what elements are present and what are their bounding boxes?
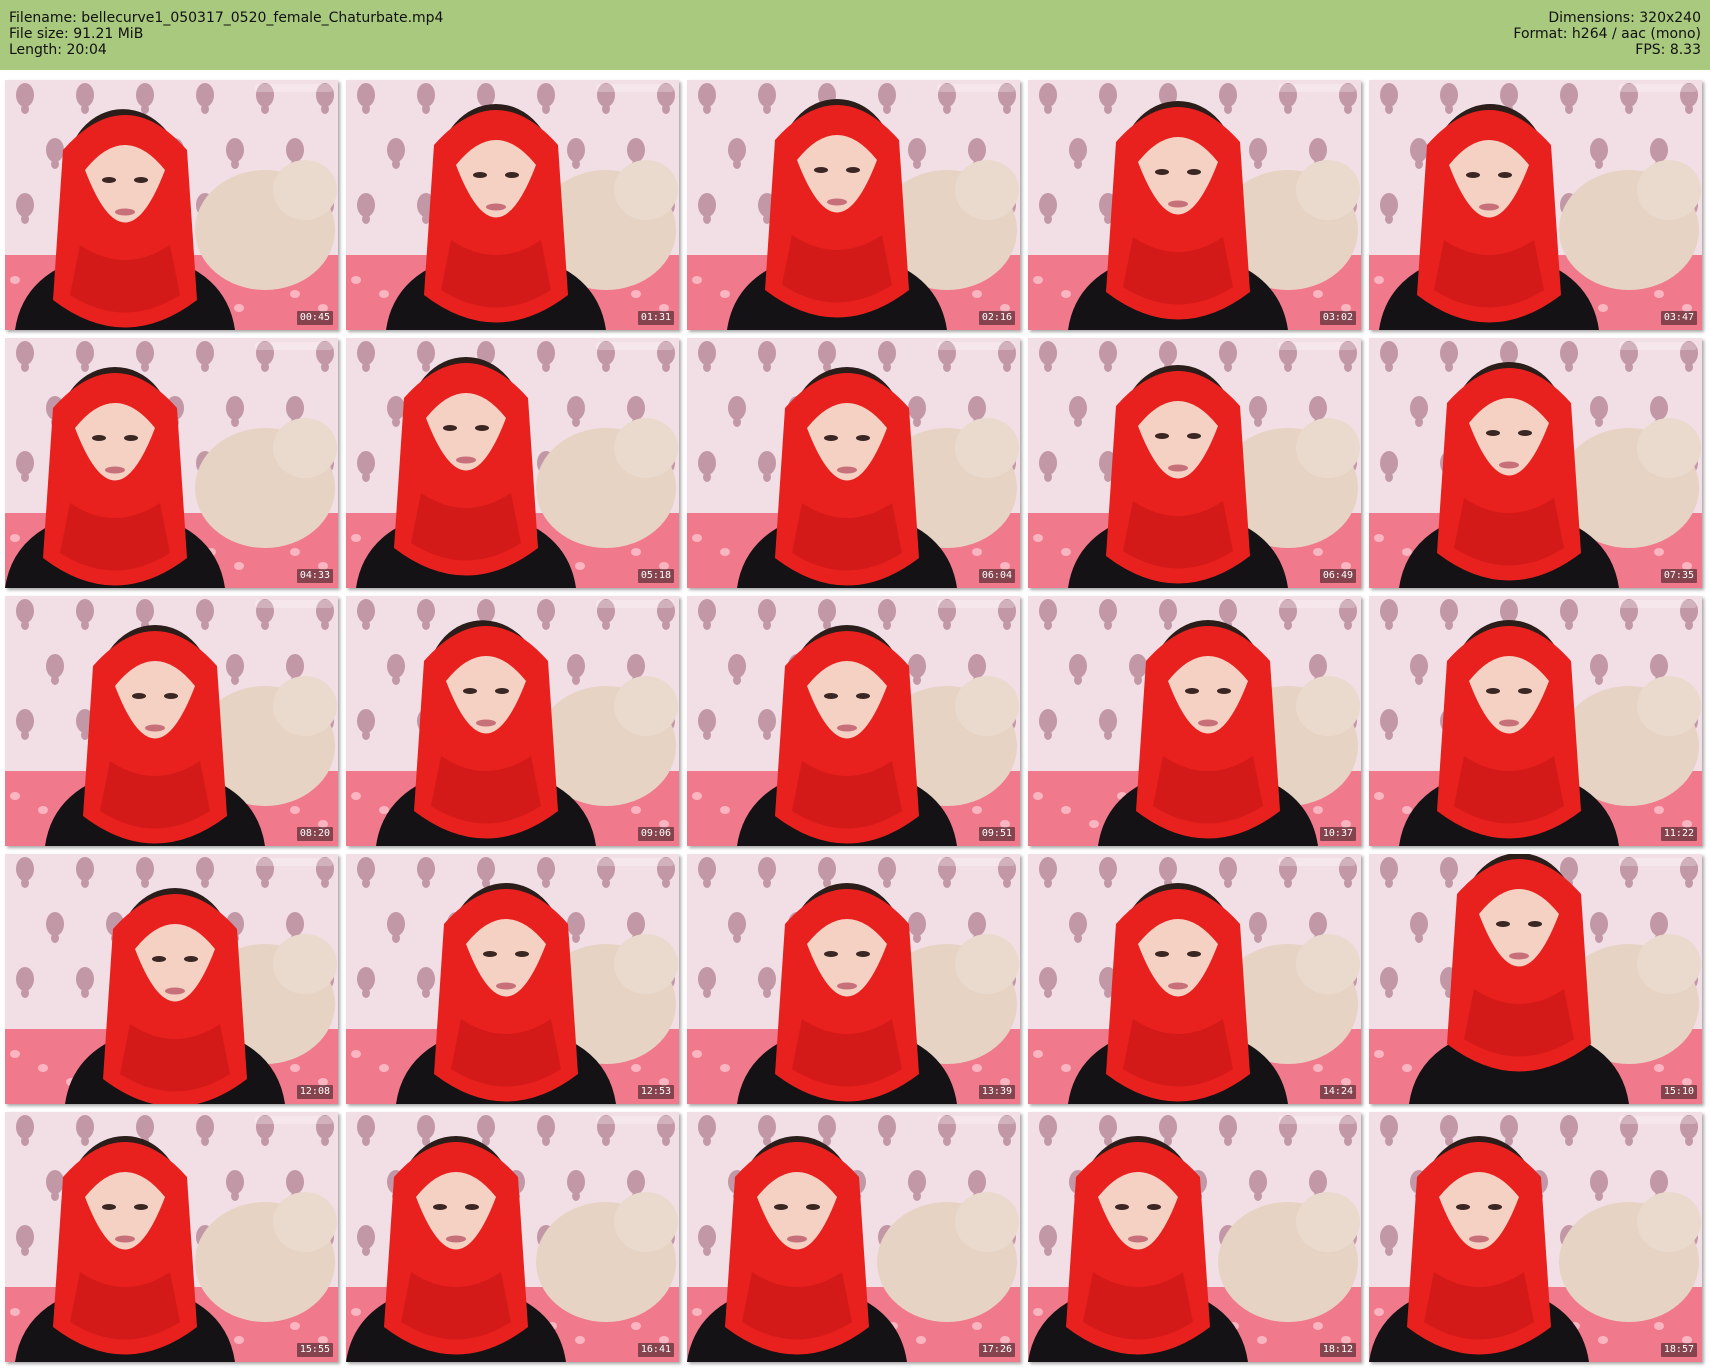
video-thumbnail: 06:49 [1028, 338, 1361, 588]
video-frame-image [5, 80, 338, 330]
frame-timestamp: 12:53 [637, 1085, 674, 1099]
frame-timestamp: 03:02 [1319, 311, 1356, 325]
frame-timestamp: 02:16 [978, 311, 1015, 325]
video-thumbnail: 16:41 [346, 1112, 679, 1362]
video-frame-image [687, 338, 1020, 588]
video-thumbnail: 15:55 [5, 1112, 338, 1362]
video-thumbnail: 06:04 [687, 338, 1020, 588]
frame-timestamp: 01:31 [637, 311, 674, 325]
video-thumbnail: 12:08 [5, 854, 338, 1104]
video-thumbnail: 05:18 [346, 338, 679, 588]
frame-timestamp: 09:51 [978, 827, 1015, 841]
video-frame-image [687, 596, 1020, 846]
frame-timestamp: 18:12 [1319, 1343, 1356, 1357]
frame-timestamp: 13:39 [978, 1085, 1015, 1099]
video-frame-image [1028, 854, 1361, 1104]
frame-timestamp: 10:37 [1319, 827, 1356, 841]
video-frame-image [346, 1112, 679, 1362]
video-thumbnail: 04:33 [5, 338, 338, 588]
video-thumbnail: 10:37 [1028, 596, 1361, 846]
video-frame-image [5, 854, 338, 1104]
frame-timestamp: 04:33 [296, 569, 333, 583]
video-frame-image [5, 338, 338, 588]
video-frame-image [1369, 338, 1702, 588]
video-thumbnail: 01:31 [346, 80, 679, 330]
video-thumbnail: 17:26 [687, 1112, 1020, 1362]
video-thumbnail: 02:16 [687, 80, 1020, 330]
frame-timestamp: 18:57 [1660, 1343, 1697, 1357]
video-thumbnail: 09:51 [687, 596, 1020, 846]
frame-timestamp: 16:41 [637, 1343, 674, 1357]
thumbnail-grid: 00:45 01:31 02:16 03:02 03:47 04:33 05:18 06:04… [0, 0, 1710, 1370]
frame-timestamp: 00:45 [296, 311, 333, 325]
frame-timestamp: 05:18 [637, 569, 674, 583]
video-frame-image [1028, 338, 1361, 588]
video-thumbnail: 08:20 [5, 596, 338, 846]
frame-timestamp: 17:26 [978, 1343, 1015, 1357]
video-frame-image [346, 80, 679, 330]
frame-timestamp: 09:06 [637, 827, 674, 841]
video-frame-image [346, 854, 679, 1104]
video-thumbnail: 14:24 [1028, 854, 1361, 1104]
video-frame-image [5, 1112, 338, 1362]
video-thumbnail: 00:45 [5, 80, 338, 330]
frame-timestamp: 15:55 [296, 1343, 333, 1357]
video-frame-image [1369, 1112, 1702, 1362]
video-thumbnail: 18:57 [1369, 1112, 1702, 1362]
video-thumbnail: 03:02 [1028, 80, 1361, 330]
video-frame-image [346, 596, 679, 846]
video-thumbnail: 07:35 [1369, 338, 1702, 588]
video-frame-image [1028, 80, 1361, 330]
video-frame-image [687, 854, 1020, 1104]
video-frame-image [687, 80, 1020, 330]
video-thumbnail: 12:53 [346, 854, 679, 1104]
video-frame-image [1028, 1112, 1361, 1362]
video-thumbnail: 13:39 [687, 854, 1020, 1104]
frame-timestamp: 06:49 [1319, 569, 1356, 583]
frame-timestamp: 06:04 [978, 569, 1015, 583]
video-frame-image [687, 1112, 1020, 1362]
video-frame-image [1369, 596, 1702, 846]
frame-timestamp: 03:47 [1660, 311, 1697, 325]
frame-timestamp: 08:20 [296, 827, 333, 841]
frame-timestamp: 11:22 [1660, 827, 1697, 841]
frame-timestamp: 14:24 [1319, 1085, 1356, 1099]
video-thumbnail: 03:47 [1369, 80, 1702, 330]
video-thumbnail: 18:12 [1028, 1112, 1361, 1362]
video-thumbnail: 15:10 [1369, 854, 1702, 1104]
frame-timestamp: 12:08 [296, 1085, 333, 1099]
video-thumbnail: 09:06 [346, 596, 679, 846]
frame-timestamp: 07:35 [1660, 569, 1697, 583]
video-frame-image [346, 338, 679, 588]
frame-timestamp: 15:10 [1660, 1085, 1697, 1099]
video-frame-image [1369, 854, 1702, 1104]
video-thumbnail: 11:22 [1369, 596, 1702, 846]
video-frame-image [1028, 596, 1361, 846]
video-frame-image [5, 596, 338, 846]
video-frame-image [1369, 80, 1702, 330]
